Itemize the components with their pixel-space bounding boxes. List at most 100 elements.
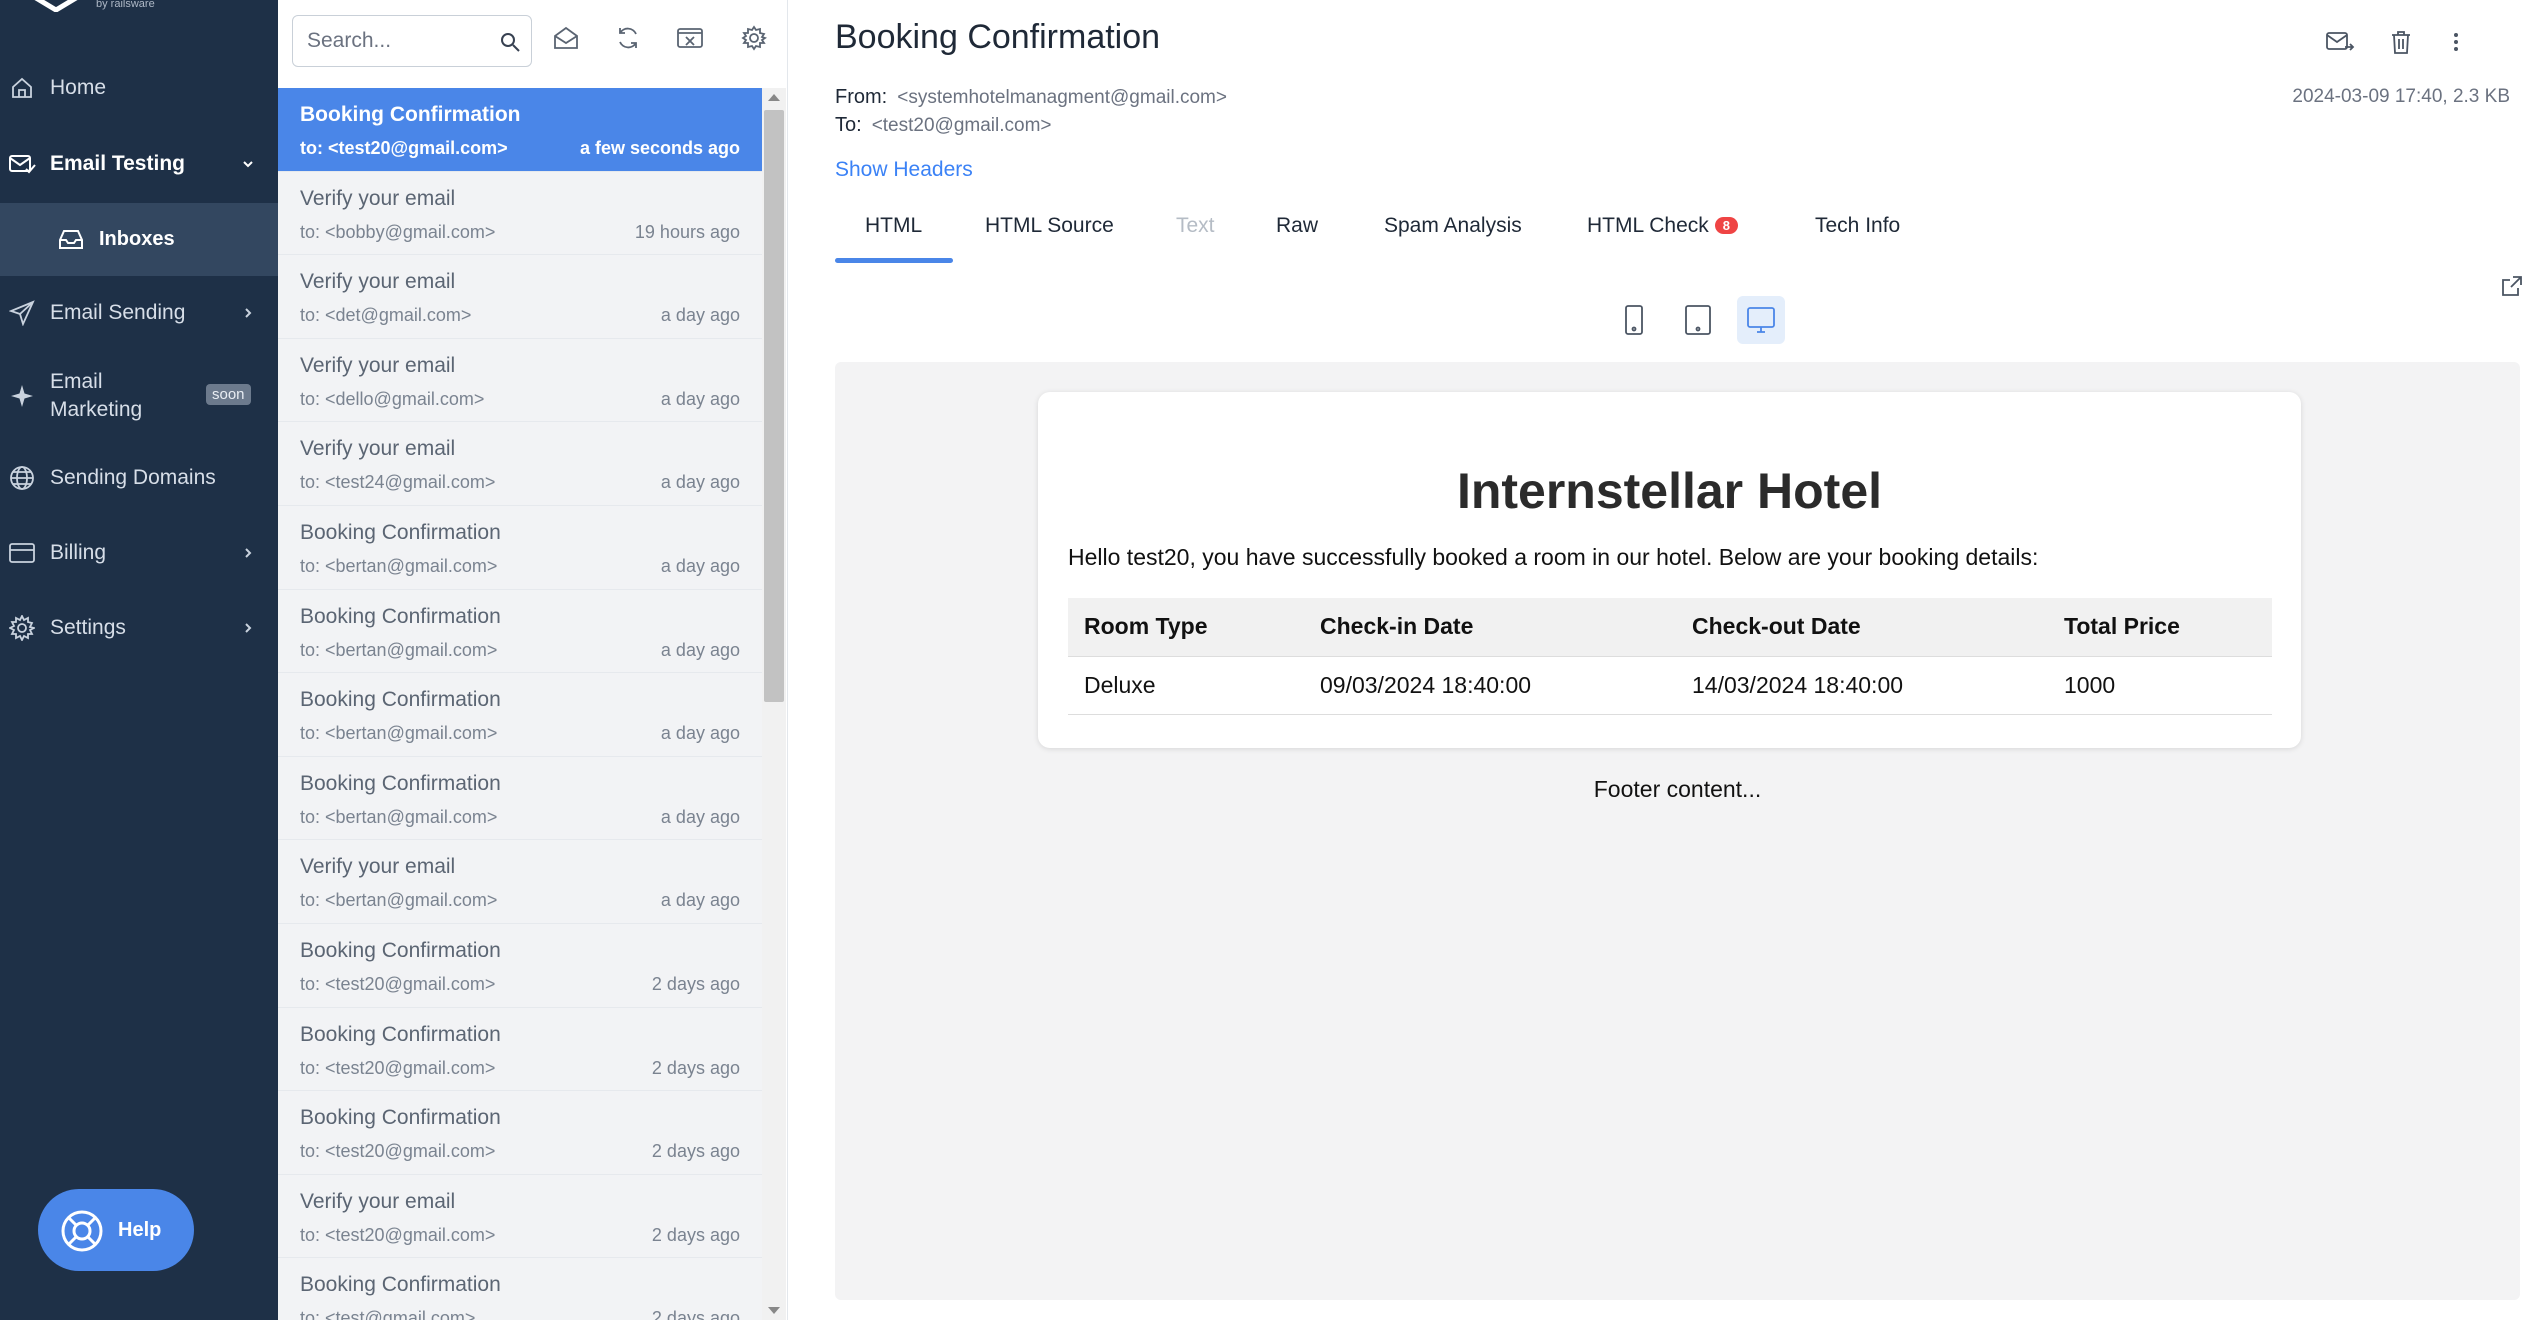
tab-html[interactable]: HTML: [865, 214, 922, 238]
email-footer: Footer content...: [1593, 776, 1762, 802]
message-time: a day ago: [660, 639, 740, 660]
sidebar-marketing-line2: Marketing: [50, 398, 143, 421]
message-subject: Booking Confirmation: [300, 1273, 501, 1297]
sparkle-icon: [8, 382, 36, 410]
sidebar-item-label: Inboxes: [99, 228, 175, 250]
sidebar-item-label: Email Sending: [50, 301, 186, 324]
search-input[interactable]: [307, 27, 487, 55]
message-recipient: to: <test@gmail.com>: [300, 1308, 476, 1320]
logo-icon[interactable]: [34, 0, 78, 12]
col-check-in: Check-in Date: [1304, 598, 1676, 657]
col-check-out: Check-out Date: [1676, 598, 2048, 657]
list-item[interactable]: Booking Confirmation to: <test20@gmail.co…: [278, 88, 762, 172]
chevron-down-icon: [240, 156, 256, 172]
sidebar-item-settings[interactable]: Settings: [0, 608, 278, 648]
cell-total-price: 1000: [2048, 656, 2272, 715]
mark-read-button[interactable]: [550, 22, 582, 54]
search-box[interactable]: [292, 15, 532, 67]
sidebar-item-inboxes[interactable]: Inboxes: [0, 203, 278, 276]
lifebuoy-icon: [60, 1209, 104, 1253]
list-item[interactable]: Verify your email to: <det@gmail.com> a da…: [278, 255, 762, 339]
mobile-icon: [1625, 305, 1643, 335]
device-desktop-button[interactable]: [1737, 296, 1785, 344]
message-time: 2 days ago: [651, 1141, 740, 1162]
sidebar-item-billing[interactable]: Billing: [0, 533, 278, 573]
message-time: a day ago: [660, 890, 740, 911]
list-item[interactable]: Booking Confirmation to: <test20@gmail.co…: [278, 1091, 762, 1175]
sidebar-item-label: Email Marketing: [50, 368, 142, 424]
tab-text[interactable]: Text: [1176, 214, 1215, 238]
message-recipient: to: <test20@gmail.com>: [300, 1141, 496, 1162]
message-subject: Verify your email: [300, 855, 456, 879]
message-subject: Booking Confirmation: [300, 938, 501, 962]
external-link-icon: [2502, 276, 2522, 296]
soon-badge: soon: [206, 384, 251, 405]
trash-icon: [2392, 31, 2410, 54]
more-options-button[interactable]: [2440, 26, 2472, 58]
list-item[interactable]: Verify your email to: <bertan@gmail.com> a…: [278, 840, 762, 924]
cell-room-type: Deluxe: [1068, 656, 1304, 715]
message-list-scrollbar[interactable]: [762, 88, 786, 1320]
message-recipient: to: <bobby@gmail.com>: [300, 221, 496, 242]
help-button[interactable]: Help: [38, 1189, 194, 1271]
scroll-thumb[interactable]: [764, 110, 784, 702]
envelope-open-icon: [554, 26, 578, 49]
list-item[interactable]: Booking Confirmation to: <bertan@gmail.co…: [278, 673, 762, 757]
to-label: To:: [835, 114, 862, 136]
scroll-down-arrow[interactable]: [768, 1307, 780, 1314]
gear-icon: [8, 614, 36, 642]
message-time: a day ago: [660, 472, 740, 493]
booking-table: Room Type Check-in Date Check-out Date T…: [1068, 598, 2272, 715]
sidebar-item-home[interactable]: Home: [0, 68, 278, 108]
tab-html-source[interactable]: HTML Source: [985, 214, 1114, 238]
message-time: 19 hours ago: [634, 221, 740, 242]
refresh-button[interactable]: [612, 22, 644, 54]
show-headers-link[interactable]: Show Headers: [835, 158, 973, 182]
list-item[interactable]: Booking Confirmation to: <bertan@gmail.co…: [278, 505, 762, 590]
list-item[interactable]: Verify your email to: <test24@gmail.com> a…: [278, 422, 762, 506]
inbox-settings-button[interactable]: [738, 22, 770, 54]
tab-html-check[interactable]: HTML Check 8: [1587, 214, 1738, 238]
message-time: a day ago: [660, 305, 740, 326]
device-mobile-button[interactable]: [1610, 296, 1658, 344]
forward-mail-icon: [2326, 32, 2355, 51]
sidebar-item-sending-domains[interactable]: Sending Domains: [0, 458, 278, 498]
globe-icon: [8, 464, 36, 492]
sidebar-item-email-testing[interactable]: Email Testing: [0, 144, 278, 184]
email-preview: Internstellar Hotel Hello test20, you ha…: [835, 362, 2520, 1300]
clear-inbox-button[interactable]: [675, 22, 707, 54]
sidebar-item-label: Email Testing: [50, 152, 185, 175]
message-time: 2 days ago: [651, 973, 740, 994]
sidebar-item-email-sending[interactable]: Email Sending: [0, 293, 278, 333]
open-external-button[interactable]: [2501, 275, 2525, 299]
scroll-up-arrow[interactable]: [768, 94, 780, 101]
list-item[interactable]: Verify your email to: <test20@gmail.com> 2…: [278, 1174, 762, 1259]
tab-tech-info[interactable]: Tech Info: [1815, 214, 1900, 238]
billing-icon: [8, 539, 36, 567]
list-item[interactable]: Booking Confirmation to: <bertan@gmail.co…: [278, 589, 762, 674]
list-item[interactable]: Verify your email to: <bobby@gmail.com> 19…: [278, 171, 762, 256]
message-time: a day ago: [660, 723, 740, 744]
from-label: From:: [835, 86, 888, 108]
chevron-right-icon: [240, 305, 256, 321]
device-tablet-button[interactable]: [1674, 296, 1722, 344]
forward-button[interactable]: [2324, 26, 2356, 58]
email-card: Internstellar Hotel Hello test20, you ha…: [1038, 392, 2301, 748]
tab-spam-analysis[interactable]: Spam Analysis: [1384, 214, 1522, 238]
list-item[interactable]: Booking Confirmation to: <test@gmail.com>…: [278, 1258, 762, 1320]
message-detail: Booking Confirmation From: <systemhotelma…: [788, 0, 2532, 1320]
search-icon[interactable]: [498, 30, 522, 54]
message-subject: Booking Confirmation: [300, 1106, 501, 1130]
delete-button[interactable]: [2385, 26, 2417, 58]
list-item[interactable]: Booking Confirmation to: <bertan@gmail.co…: [278, 756, 762, 841]
sidebar-item-label: Billing: [50, 541, 107, 564]
tab-raw[interactable]: Raw: [1276, 214, 1318, 238]
from-value: <systemhotelmanagment@gmail.com>: [897, 87, 1227, 108]
message-recipient: to: <bertan@gmail.com>: [300, 555, 498, 576]
list-item[interactable]: Verify your email to: <dello@gmail.com> a …: [278, 338, 762, 423]
message-recipient: to: <bertan@gmail.com>: [300, 890, 498, 911]
list-item[interactable]: Booking Confirmation to: <test20@gmail.co…: [278, 923, 762, 1008]
col-total-price: Total Price: [2048, 598, 2272, 657]
list-item[interactable]: Booking Confirmation to: <test20@gmail.co…: [278, 1007, 762, 1092]
sidebar-item-email-marketing[interactable]: Email Marketing soon: [0, 368, 278, 424]
